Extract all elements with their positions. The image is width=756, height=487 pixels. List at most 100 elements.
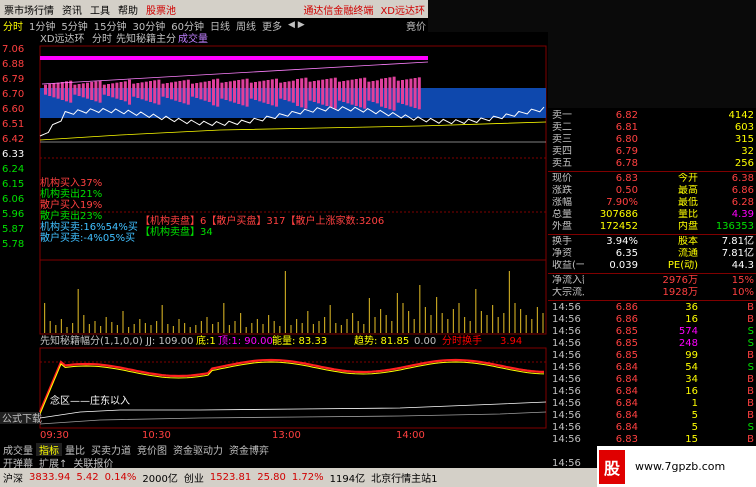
sell-price: 6.81 <box>615 122 638 133</box>
period-day[interactable]: 日线 <box>207 18 233 33</box>
period-bar: 分时 1分钟 5分钟 15分钟 30分钟 60分钟 日线 周线 更多 ◀ ▶ 竟… <box>0 18 428 32</box>
tick-price: 6.85 <box>615 350 638 361</box>
volume-bar <box>66 327 68 333</box>
price-tick: 6.88 <box>2 59 24 70</box>
period-more[interactable]: 更多 <box>259 18 285 33</box>
volume-bar <box>357 321 359 333</box>
tick-row: 14:56 6.86 36 B <box>548 302 756 314</box>
period-arrows-icon[interactable]: ◀ ▶ <box>285 20 308 30</box>
sh-index-amount: 2000亿 <box>142 474 178 485</box>
tick-side: B <box>747 374 754 385</box>
magenta-bar <box>275 78 278 107</box>
ind-name: 先知秘籍幅分(1,1,0,0) <box>40 334 143 347</box>
tab-fund-game[interactable]: 资金博弈 <box>226 443 272 456</box>
volume-bar <box>363 324 365 333</box>
volume-bar <box>503 313 505 333</box>
magenta-bar <box>81 83 85 98</box>
cy-index-name[interactable]: 创业 <box>181 470 207 485</box>
magenta-bar <box>342 81 346 102</box>
volume-bar <box>346 319 348 333</box>
volume-bar <box>492 305 494 333</box>
sell-spacer <box>638 110 698 122</box>
volume-bar <box>144 323 146 333</box>
auction-label[interactable]: 竟价 <box>406 18 428 33</box>
period-15min[interactable]: 15分钟 <box>91 18 130 33</box>
menu-help[interactable]: 帮助 <box>114 2 142 17</box>
magenta-bar <box>380 78 383 107</box>
volume-bar <box>424 307 426 333</box>
price-tick: 6.15 <box>2 179 24 190</box>
price-tick: 6.06 <box>2 194 24 205</box>
stat-label: 流通 <box>678 248 698 259</box>
flow-legend-mid-item: 【机构卖盘】34 <box>140 225 213 238</box>
tick-time: 14:56 <box>552 410 581 421</box>
menu-bar: 票市场行情 资讯 工具 帮助 股票池 通达信金融终端 XD远达环 <box>0 0 428 18</box>
stock-tag[interactable]: XD远达环 <box>377 2 428 17</box>
sell-price: 6.78 <box>615 158 638 169</box>
flow-legend-item: 散户买入19% <box>40 198 102 211</box>
menu-tools[interactable]: 工具 <box>86 2 114 17</box>
volume-bar <box>430 315 432 333</box>
price-tick: 5.78 <box>2 239 24 250</box>
magenta-bar <box>346 80 350 104</box>
cy-index-change: 25.80 <box>257 472 286 483</box>
volume-bar <box>497 317 499 333</box>
magenta-bar <box>111 83 115 98</box>
sell-row: 卖四 6.79 32 <box>548 146 756 158</box>
magenta-bar <box>350 79 354 105</box>
flow-value: 2976万 <box>662 275 698 286</box>
volume-bar <box>340 325 342 333</box>
volume-bar <box>139 319 141 333</box>
menu-news[interactable]: 资讯 <box>58 2 86 17</box>
sell-volume: 315 <box>734 134 754 145</box>
intraday-chart[interactable]: XD远达环 分时 先知秘籍主分 成交量 7.06 6.88 6.79 6.70 6.60… <box>0 32 548 440</box>
tab-auction[interactable]: 竞价图 <box>134 443 170 456</box>
tick-row: 14:56 6.84 1 B <box>548 398 756 410</box>
period-60min[interactable]: 60分钟 <box>168 18 207 33</box>
tick-volume: 36 <box>685 302 698 313</box>
tick-row: 14:56 6.86 16 B <box>548 314 756 326</box>
volume-bar <box>94 321 96 333</box>
stat-value: 3.94% <box>606 236 638 247</box>
magenta-bar <box>371 81 375 102</box>
volume-bar <box>251 323 253 333</box>
magenta-bar <box>136 83 140 98</box>
site-logo: 股 <box>599 449 625 484</box>
period-30min[interactable]: 30分钟 <box>129 18 168 33</box>
formula-download-button[interactable]: 公式下载 <box>2 412 42 425</box>
sell-spacer <box>638 158 698 170</box>
stat-value: 7.90% <box>606 197 638 208</box>
magenta-bar <box>237 80 241 104</box>
volume-bar <box>133 324 135 333</box>
magenta-bar <box>216 78 220 107</box>
magenta-bar <box>325 79 329 106</box>
volume-bar <box>329 305 331 333</box>
stat-value: 6.83 <box>615 173 638 184</box>
period-week[interactable]: 周线 <box>233 18 259 33</box>
magenta-bar <box>384 78 388 108</box>
volume-bar <box>436 297 438 333</box>
volume-bar <box>184 323 186 333</box>
period-1min[interactable]: 1分钟 <box>26 18 58 33</box>
sell-orders: 卖一 6.82 4142 卖二 6.81 603 卖三 6.80 315 卖四 6.79 32 卖五 6.… <box>548 110 756 170</box>
stat-label: 最低 <box>678 197 698 208</box>
volume-bar <box>464 317 466 333</box>
volume-bar <box>458 303 460 333</box>
volume-bar <box>419 285 421 333</box>
magenta-bar <box>48 84 52 96</box>
period-5min[interactable]: 5分钟 <box>58 18 90 33</box>
tick-time: 14:56 <box>552 422 581 433</box>
tab-fund-drive[interactable]: 资金驱动力 <box>170 443 226 456</box>
stat-label: 量比 <box>678 209 698 220</box>
volume-bar <box>72 323 74 333</box>
stat-value: 307686 <box>599 209 638 220</box>
magenta-bar <box>254 82 257 100</box>
sh-index-name[interactable]: 沪深 <box>0 470 26 485</box>
stock-pool-button[interactable]: 股票池 <box>142 2 180 17</box>
menu-market[interactable]: 票市场行情 <box>0 2 58 17</box>
tick-volume: 34 <box>685 374 698 385</box>
period-fenshi[interactable]: 分时 <box>0 18 26 33</box>
volume-bar <box>279 326 281 333</box>
tick-side: B <box>747 350 754 361</box>
server-name[interactable]: 北京行情主站1 <box>368 470 440 485</box>
